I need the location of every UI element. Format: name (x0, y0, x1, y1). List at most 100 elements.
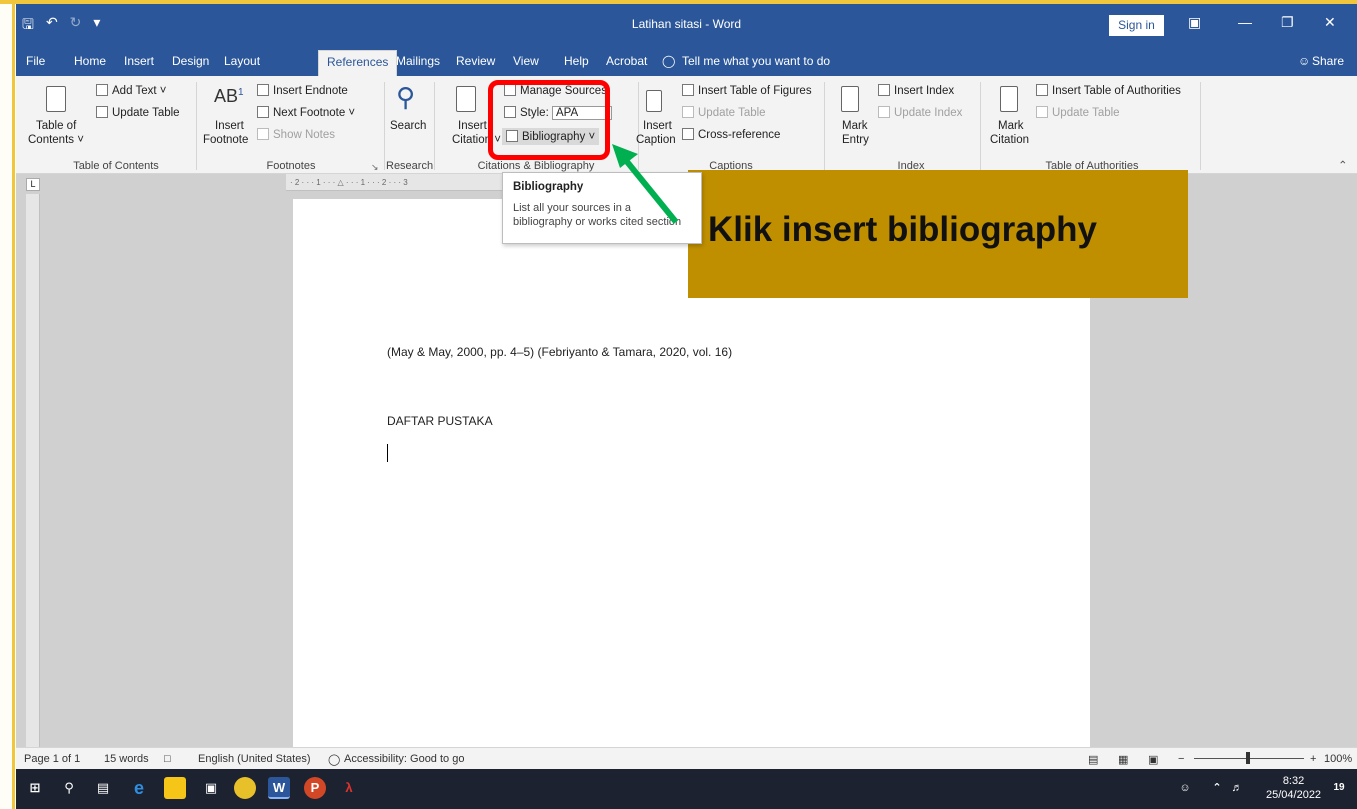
word-taskbar-icon[interactable]: W (268, 777, 290, 799)
accessibility-status[interactable]: Accessibility: Good to go (344, 753, 464, 765)
insert-endnote-icon (257, 84, 269, 96)
windows-start-icon[interactable]: ⊞ (24, 777, 46, 799)
tab-selector[interactable]: L (26, 178, 40, 191)
insert-footnote-label-1[interactable]: Insert (215, 120, 244, 132)
tell-me-icon[interactable]: ◯ (662, 54, 675, 68)
share-button[interactable]: Share (1312, 54, 1344, 68)
restore-icon[interactable]: ❐ (1281, 14, 1294, 31)
insert-citation-label-1[interactable]: Insert (458, 120, 487, 132)
insert-footnote-icon[interactable]: AB1 (214, 86, 244, 107)
zoom-level[interactable]: 100% (1324, 753, 1352, 765)
powerpoint-icon[interactable]: P (304, 777, 326, 799)
insert-citation-icon[interactable] (456, 86, 476, 112)
insert-endnote-button[interactable]: Insert Endnote (257, 84, 348, 97)
print-layout-icon[interactable]: ▦ (1118, 753, 1128, 766)
insert-index-button[interactable]: Insert Index (878, 84, 954, 97)
word-count[interactable]: 15 words (104, 753, 149, 765)
tab-home[interactable]: Home (74, 54, 106, 68)
store-icon[interactable]: ▣ (200, 777, 222, 799)
group-separator (384, 82, 385, 170)
insert-caption-label-2[interactable]: Caption (636, 134, 676, 146)
close-icon[interactable]: ✕ (1324, 14, 1336, 31)
next-footnote-button[interactable]: Next Footnote ˅ (257, 106, 355, 119)
update-table-button[interactable]: Update Table (96, 106, 180, 119)
vertical-ruler[interactable] (26, 194, 40, 747)
tab-file[interactable]: File (26, 54, 45, 68)
web-layout-icon[interactable]: ▣ (1148, 753, 1158, 766)
insert-caption-icon[interactable] (646, 90, 662, 112)
instruction-callout: Klik insert bibliography (688, 170, 1188, 298)
minimize-icon[interactable]: — (1238, 14, 1252, 30)
update-index-button[interactable]: Update Index (878, 106, 962, 119)
tab-help[interactable]: Help (564, 54, 589, 68)
update-authorities-table-button[interactable]: Update Table (1036, 106, 1120, 119)
update-figures-table-button[interactable]: Update Table (682, 106, 766, 119)
table-of-contents-label-1[interactable]: Table of (36, 120, 76, 132)
show-notes-button[interactable]: Show Notes (257, 128, 335, 141)
highlight-box (488, 80, 610, 160)
group-separator (980, 82, 981, 170)
collapse-ribbon-icon[interactable]: ⌃ (1338, 158, 1348, 172)
search-taskbar-icon[interactable]: ⚲ (58, 777, 80, 799)
mark-entry-label-2[interactable]: Entry (842, 134, 869, 146)
update-authorities-icon (1036, 106, 1048, 118)
zoom-slider-thumb[interactable] (1246, 752, 1250, 764)
group-label-footnotes: Footnotes (266, 160, 316, 172)
insert-table-of-figures-button[interactable]: Insert Table of Figures (682, 84, 812, 97)
search-icon[interactable]: ⚲ (396, 82, 415, 113)
text-cursor (387, 444, 388, 462)
zoom-in-icon[interactable]: + (1310, 753, 1316, 765)
table-of-contents-icon[interactable] (46, 86, 66, 112)
clock[interactable]: 8:32 25/04/2022 (1266, 774, 1321, 802)
mark-citation-icon[interactable] (1000, 86, 1018, 112)
add-text-button[interactable]: Add Text ˅ (96, 84, 166, 97)
table-of-contents-label-2[interactable]: Contents ˅ (28, 134, 84, 146)
proofing-icon[interactable]: □ (164, 753, 171, 765)
sign-in-button[interactable]: Sign in (1109, 15, 1164, 36)
insert-index-icon (878, 84, 890, 96)
mark-entry-icon[interactable] (841, 86, 859, 112)
tray-expand-icon[interactable]: ⌃ (1206, 777, 1228, 799)
insert-table-of-authorities-button[interactable]: Insert Table of Authorities (1036, 84, 1181, 97)
tab-mailings[interactable]: Mailings (396, 54, 440, 68)
insert-footnote-label-2[interactable]: Footnote (203, 134, 248, 146)
volume-icon[interactable]: ♬ (1226, 777, 1248, 799)
tab-view[interactable]: View (513, 54, 539, 68)
people-icon[interactable]: ☺ (1174, 777, 1196, 799)
search-button[interactable]: Search (390, 120, 426, 132)
tab-design[interactable]: Design (172, 54, 209, 68)
page-count[interactable]: Page 1 of 1 (24, 753, 80, 765)
chrome-icon[interactable] (234, 777, 256, 799)
tab-layout[interactable]: Layout (224, 54, 260, 68)
tab-insert[interactable]: Insert (124, 54, 154, 68)
citation-text: (May & May, 2000, pp. 4–5) (Febriyanto &… (387, 345, 733, 359)
ribbon-tabs: File Home Insert Design Layout Reference… (16, 46, 1357, 76)
clock-time: 8:32 (1282, 775, 1305, 787)
file-explorer-icon[interactable] (164, 777, 186, 799)
edge-browser-icon[interactable]: e (128, 777, 150, 799)
accessibility-icon[interactable]: ◯ (328, 753, 340, 766)
cross-reference-button[interactable]: Cross-reference (682, 128, 780, 141)
language-indicator[interactable]: English (United States) (198, 753, 311, 765)
notification-center-icon[interactable]: 19 (1328, 777, 1350, 799)
mark-entry-label-1[interactable]: Mark (842, 120, 868, 132)
task-view-icon[interactable]: ▤ (92, 777, 114, 799)
bibliography-tooltip: Bibliography List all your sources in a … (502, 172, 702, 244)
mark-citation-label-2[interactable]: Citation (990, 134, 1029, 146)
tell-me-box[interactable]: Tell me what you want to do (682, 54, 830, 68)
windows-taskbar: ⊞ ⚲ ▤ e ▣ W P λ ☺ ⌃ ♬ 8:32 25/04/2022 19 (16, 769, 1357, 809)
tab-acrobat[interactable]: Acrobat (606, 54, 647, 68)
zoom-out-icon[interactable]: − (1178, 753, 1184, 765)
acrobat-icon[interactable]: λ (338, 777, 360, 799)
ribbon-display-options-icon[interactable]: ▣ (1188, 14, 1201, 31)
footnotes-dialog-launcher-icon[interactable]: ↘ (371, 162, 379, 173)
tab-references[interactable]: References (318, 50, 398, 76)
share-icon[interactable]: ☺ (1298, 54, 1310, 68)
cross-reference-icon (682, 128, 694, 140)
daftar-pustaka-heading: DAFTAR PUSTAKA (387, 414, 493, 428)
tab-review[interactable]: Review (456, 54, 495, 68)
insert-caption-label-1[interactable]: Insert (643, 120, 672, 132)
read-mode-icon[interactable]: ▤ (1088, 753, 1098, 766)
mark-citation-label-1[interactable]: Mark (998, 120, 1024, 132)
group-separator (638, 82, 639, 170)
